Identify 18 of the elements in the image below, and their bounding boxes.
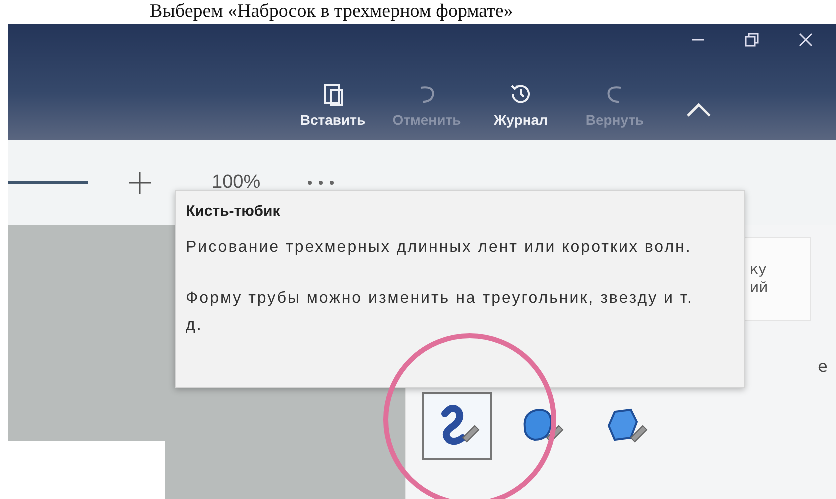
card-text: ий (750, 279, 770, 297)
plus-icon[interactable] (128, 170, 152, 194)
tooltip-text: Форму трубы можно изменить на треугольник, звезду и т. д. (186, 289, 694, 336)
more-icon[interactable] (306, 180, 335, 186)
chevron-up-icon[interactable] (686, 102, 712, 118)
zoom-level: 100% (212, 172, 261, 194)
caption-text: Выберем «Набросок в трехмерном формате» (149, 0, 514, 24)
panel-label: е (818, 357, 828, 376)
toolbar-button[interactable]: Журнал (478, 82, 564, 140)
brush-button[interactable] (422, 392, 492, 460)
tooltip-title: Кисть-тюбик (186, 203, 282, 220)
close-icon[interactable] (798, 32, 814, 48)
tooltip-text: Рисование трехмерных длинных лент или коротких волн. (186, 238, 693, 258)
history-icon (509, 82, 533, 106)
card-text: ку (750, 261, 768, 279)
restore-icon[interactable] (744, 32, 760, 48)
clipboard-icon (322, 82, 344, 106)
toolbar-button[interactable]: Вставить (290, 82, 376, 140)
